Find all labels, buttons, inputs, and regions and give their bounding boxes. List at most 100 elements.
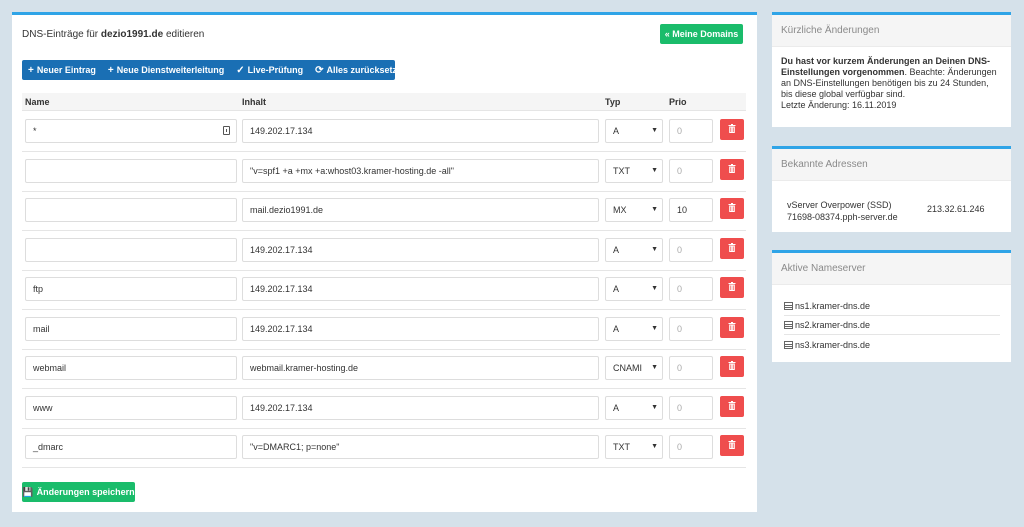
dns-toolbar: + Neuer Eintrag + Neue Dienstweiterleitung… bbox=[22, 60, 408, 80]
trash-icon bbox=[728, 440, 736, 451]
record-prio-input[interactable]: 0 bbox=[669, 356, 713, 380]
delete-record-button[interactable] bbox=[720, 198, 744, 219]
column-prio: Prio bbox=[669, 97, 687, 107]
trash-icon bbox=[728, 163, 736, 175]
refresh-icon: ⟳ bbox=[315, 64, 324, 76]
server-icon bbox=[784, 321, 793, 329]
server-host: 71698-08374.pph-server.de bbox=[787, 212, 898, 222]
record-prio-input[interactable]: 0 bbox=[669, 119, 713, 143]
column-name: Name bbox=[25, 97, 50, 107]
key-icon[interactable] bbox=[223, 126, 230, 135]
delete-record-button[interactable] bbox=[720, 158, 744, 180]
record-type-select[interactable]: A ▼ bbox=[605, 316, 663, 341]
floppy-icon: 💾 bbox=[22, 486, 34, 497]
record-name-input[interactable] bbox=[25, 198, 237, 222]
delete-record-button[interactable] bbox=[720, 277, 744, 298]
record-name-input[interactable] bbox=[25, 237, 237, 262]
record-name-input[interactable]: mail bbox=[25, 316, 237, 341]
column-type: Typ bbox=[605, 97, 621, 107]
my-domains-button[interactable]: « Meine Domains bbox=[660, 24, 743, 44]
record-type-select[interactable]: TXT ▼ bbox=[605, 435, 663, 459]
delete-record-button[interactable] bbox=[720, 119, 744, 140]
record-prio-input[interactable]: 0 bbox=[669, 237, 713, 262]
record-content-input[interactable]: mail.dezio1991.de bbox=[242, 198, 599, 222]
nameserver-item: ns3.kramer-dns.de bbox=[784, 335, 1000, 354]
record-name-input[interactable]: ftp bbox=[25, 277, 237, 301]
record-content-input[interactable]: 149.202.17.134 bbox=[242, 316, 599, 341]
server-icon bbox=[784, 302, 793, 310]
table-row: "v=spf1 +a +mx +a:whost03.kramer-hosting… bbox=[22, 151, 746, 192]
caret-down-icon: ▼ bbox=[651, 206, 658, 213]
trash-icon bbox=[728, 203, 736, 214]
check-icon: ✓ bbox=[236, 64, 245, 76]
record-name-input[interactable]: _dmarc bbox=[25, 435, 237, 459]
live-check-button[interactable]: ✓ Live-Prüfung bbox=[230, 60, 309, 80]
known-addresses-panel: Bekannte Adressen vServer Overpower (SSD… bbox=[772, 146, 1011, 232]
delete-record-button[interactable] bbox=[720, 316, 744, 338]
record-name-input[interactable] bbox=[25, 158, 237, 183]
caret-down-icon: ▼ bbox=[651, 403, 658, 411]
server-name: vServer Overpower (SSD) bbox=[787, 200, 892, 210]
new-entry-button[interactable]: + Neuer Eintrag bbox=[22, 60, 102, 80]
record-content-input[interactable]: webmail.kramer-hosting.de bbox=[242, 356, 599, 380]
table-row: mail.dezio1991.de MX ▼ 10 bbox=[22, 191, 746, 231]
record-content-input[interactable]: 149.202.17.134 bbox=[242, 395, 599, 420]
record-content-input[interactable]: 149.202.17.134 bbox=[242, 119, 599, 143]
server-info: vServer Overpower (SSD) 71698-08374.pph-… bbox=[787, 199, 898, 223]
nameserver-item: ns1.kramer-dns.de bbox=[784, 297, 1000, 316]
caret-down-icon: ▼ bbox=[651, 364, 658, 371]
reset-all-button[interactable]: ⟳ Alles zurücksetzen bbox=[309, 60, 413, 80]
dns-editor-panel: DNS-Einträge für dezio1991.de editieren … bbox=[12, 12, 757, 512]
record-type-select[interactable]: CNAMI ▼ bbox=[605, 356, 663, 380]
record-prio-input[interactable]: 0 bbox=[669, 435, 713, 459]
table-row: * 149.202.17.134 A ▼ 0 bbox=[22, 112, 746, 152]
record-type-select[interactable]: TXT ▼ bbox=[605, 158, 663, 183]
last-change: Letzte Änderung: 16.11.2019 bbox=[781, 100, 897, 110]
record-name-input[interactable]: * bbox=[25, 119, 237, 143]
nameserver-item: ns2.kramer-dns.de bbox=[784, 316, 1000, 335]
delete-record-button[interactable] bbox=[720, 435, 744, 456]
plus-icon: + bbox=[107, 64, 114, 76]
server-ip: 213.32.61.246 bbox=[927, 204, 985, 214]
nameserver-list: ns1.kramer-dns.de ns2.kramer-dns.de ns3.… bbox=[784, 297, 1000, 354]
record-content-input[interactable]: 149.202.17.134 bbox=[242, 277, 599, 301]
save-changes-button[interactable]: 💾 Änderungen speichern bbox=[22, 482, 135, 502]
record-name-input[interactable]: www bbox=[25, 395, 237, 420]
delete-record-button[interactable] bbox=[720, 237, 744, 259]
trash-icon bbox=[728, 361, 736, 372]
record-content-input[interactable]: "v=DMARC1; p=none" bbox=[242, 435, 599, 459]
table-row: 149.202.17.134 A ▼ 0 bbox=[22, 230, 746, 271]
record-type-select[interactable]: MX ▼ bbox=[605, 198, 663, 222]
record-prio-input[interactable]: 0 bbox=[669, 316, 713, 341]
nameservers-title: Aktive Nameserver bbox=[772, 253, 1011, 285]
record-content-input[interactable]: 149.202.17.134 bbox=[242, 237, 599, 262]
delete-record-button[interactable] bbox=[720, 356, 744, 377]
record-type-select[interactable]: A ▼ bbox=[605, 395, 663, 420]
record-prio-input[interactable]: 0 bbox=[669, 158, 713, 183]
record-type-select[interactable]: A ▼ bbox=[605, 119, 663, 143]
server-icon bbox=[784, 340, 793, 349]
table-header: Name Inhalt Typ Prio bbox=[22, 93, 746, 111]
recent-changes-panel: Kürzliche Änderungen Du hast vor kurzem … bbox=[772, 12, 1011, 127]
domain-name: dezio1991.de bbox=[100, 29, 164, 40]
record-type-select[interactable]: A ▼ bbox=[605, 237, 663, 262]
delete-record-button[interactable] bbox=[720, 395, 744, 417]
record-content-input[interactable]: "v=spf1 +a +mx +a:whost03.kramer-hosting… bbox=[242, 158, 599, 183]
record-prio-input[interactable]: 0 bbox=[669, 395, 713, 420]
plus-icon: + bbox=[28, 64, 34, 76]
table-row: webmail webmail.kramer-hosting.de CNAMI ▼ 0 bbox=[22, 349, 746, 389]
caret-down-icon: ▼ bbox=[651, 245, 658, 253]
record-prio-input[interactable]: 0 bbox=[669, 277, 713, 301]
caret-down-icon: ▼ bbox=[651, 324, 658, 332]
known-addresses-title: Bekannte Adressen bbox=[772, 149, 1011, 181]
caret-down-icon: ▼ bbox=[651, 285, 658, 292]
record-prio-input[interactable]: 10 bbox=[669, 198, 713, 222]
new-forward-button[interactable]: + Neue Dienstweiterleitung bbox=[102, 60, 230, 80]
table-row: _dmarc "v=DMARC1; p=none" TXT ▼ 0 bbox=[22, 428, 746, 468]
recent-changes-text: Du hast vor kurzem Änderungen an Deinen … bbox=[781, 56, 997, 110]
record-name-input[interactable]: webmail bbox=[25, 356, 237, 380]
table-row: www 149.202.17.134 A ▼ 0 bbox=[22, 388, 746, 429]
nameservers-panel: Aktive Nameserver ns1.kramer-dns.de ns2.… bbox=[772, 250, 1011, 362]
record-type-select[interactable]: A ▼ bbox=[605, 277, 663, 301]
table-row: ftp 149.202.17.134 A ▼ 0 bbox=[22, 270, 746, 310]
